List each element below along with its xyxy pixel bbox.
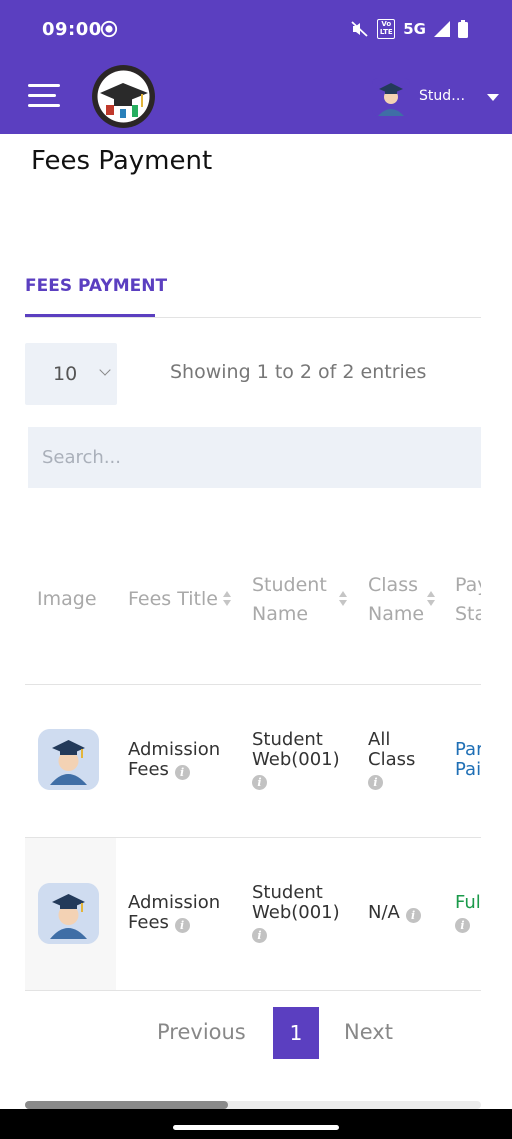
header-student-name[interactable]: Student Name	[252, 571, 327, 629]
header-payment-status-line2: Status	[455, 603, 481, 625]
cell-text: Fully Paid	[455, 892, 481, 913]
cell-text: Fees	[128, 912, 169, 933]
home-gesture-pill[interactable]	[173, 1125, 339, 1130]
cell-fees-title: Admission Fees i	[128, 893, 220, 933]
header-payment-status[interactable]: Payment Status	[455, 571, 481, 629]
info-icon[interactable]: i	[252, 928, 267, 943]
cell-text: Web(001)	[252, 902, 340, 923]
cell-text: Fees i	[128, 913, 220, 933]
app-bar: Student Web	[0, 60, 512, 134]
cell-text: Paid	[455, 759, 481, 780]
status-right: Vo LTE 5G	[351, 19, 468, 39]
whatsapp-notification-icon	[100, 20, 118, 38]
header-class-name-line1: Class	[368, 574, 418, 596]
signal-icon	[434, 21, 450, 37]
cell-text: Student	[252, 729, 323, 750]
info-icon[interactable]: i	[252, 775, 267, 790]
sort-up-icon	[427, 591, 435, 597]
student-avatar	[38, 883, 99, 944]
status-time: 09:00	[42, 19, 102, 40]
header-payment-status-line1: Payment	[455, 574, 481, 596]
volte-icon: Vo LTE	[377, 19, 396, 39]
horizontal-scrollbar-thumb[interactable]	[25, 1101, 228, 1109]
page-length-value: 10	[53, 363, 78, 385]
cell-student-name: Student Web(001) i	[252, 730, 340, 790]
cell-text: Web(001)	[252, 749, 340, 770]
cell-text: Fees	[128, 759, 169, 780]
system-nav-bar	[0, 1109, 512, 1139]
header-student-name-line1: Student	[252, 574, 327, 596]
cell-text: N/A	[368, 902, 400, 923]
table-info: Showing 1 to 2 of 2 entries	[170, 361, 427, 383]
chevron-down-icon	[99, 364, 111, 376]
cell-text: Partially	[455, 739, 481, 760]
tab-divider	[25, 317, 481, 318]
network-label: 5G	[403, 20, 426, 38]
cell-text: All	[368, 729, 391, 750]
mute-icon	[351, 21, 368, 37]
tab-fees-payment[interactable]: FEES PAYMENT	[25, 276, 167, 296]
page-1-button[interactable]: 1	[273, 1007, 319, 1059]
sort-down-icon	[339, 600, 347, 606]
header-image[interactable]: Image	[37, 585, 97, 614]
cell-class-name: All Class i	[368, 730, 415, 790]
cell-payment-status: Fully Paid i	[455, 893, 481, 933]
info-icon[interactable]: i	[405, 908, 421, 923]
cell-student-name: Student Web(001) i	[252, 883, 340, 943]
status-bar: 09:00 Vo LTE 5G	[0, 0, 512, 60]
school-logo[interactable]	[92, 65, 155, 128]
next-page-button[interactable]: Next	[344, 1020, 393, 1044]
student-avatar	[38, 729, 99, 790]
previous-page-button[interactable]: Previous	[157, 1020, 246, 1044]
table-bottom-divider	[25, 990, 481, 991]
cell-payment-status: Partially Paid	[455, 740, 481, 780]
sort-down-icon	[223, 600, 231, 606]
menu-icon[interactable]	[28, 84, 60, 108]
battery-icon	[458, 20, 468, 38]
header-student-name-line2: Name	[252, 603, 309, 625]
cell-fees-title: Admission Fees i	[128, 740, 220, 780]
page-length-select[interactable]: 10	[25, 343, 117, 405]
cell-text: Admission	[128, 739, 221, 760]
cell-text: Student	[252, 882, 323, 903]
row-divider	[25, 684, 481, 685]
info-icon[interactable]: i	[174, 765, 190, 780]
page-title: Fees Payment	[31, 146, 213, 176]
user-avatar[interactable]	[372, 78, 410, 116]
header-class-name[interactable]: Class Name	[368, 571, 424, 629]
fees-table: Image Fees Title Student Name Class Name…	[25, 530, 481, 990]
cell-text: Fees i	[128, 760, 220, 780]
info-icon[interactable]: i	[455, 918, 470, 933]
caret-down-icon[interactable]	[487, 94, 499, 101]
cell-class-name: N/A i	[368, 903, 421, 923]
info-icon[interactable]: i	[368, 775, 383, 790]
info-icon[interactable]: i	[174, 918, 190, 933]
sort-up-icon	[223, 591, 231, 597]
cell-text: Class	[368, 749, 416, 770]
header-fees-title[interactable]: Fees Title	[128, 585, 218, 614]
header-class-name-line2: Name	[368, 603, 425, 625]
sort-down-icon	[427, 600, 435, 606]
sort-up-icon	[339, 591, 347, 597]
cell-text: Admission	[128, 892, 221, 913]
user-name[interactable]: Student Web	[419, 88, 471, 104]
search-input[interactable]	[28, 427, 481, 488]
